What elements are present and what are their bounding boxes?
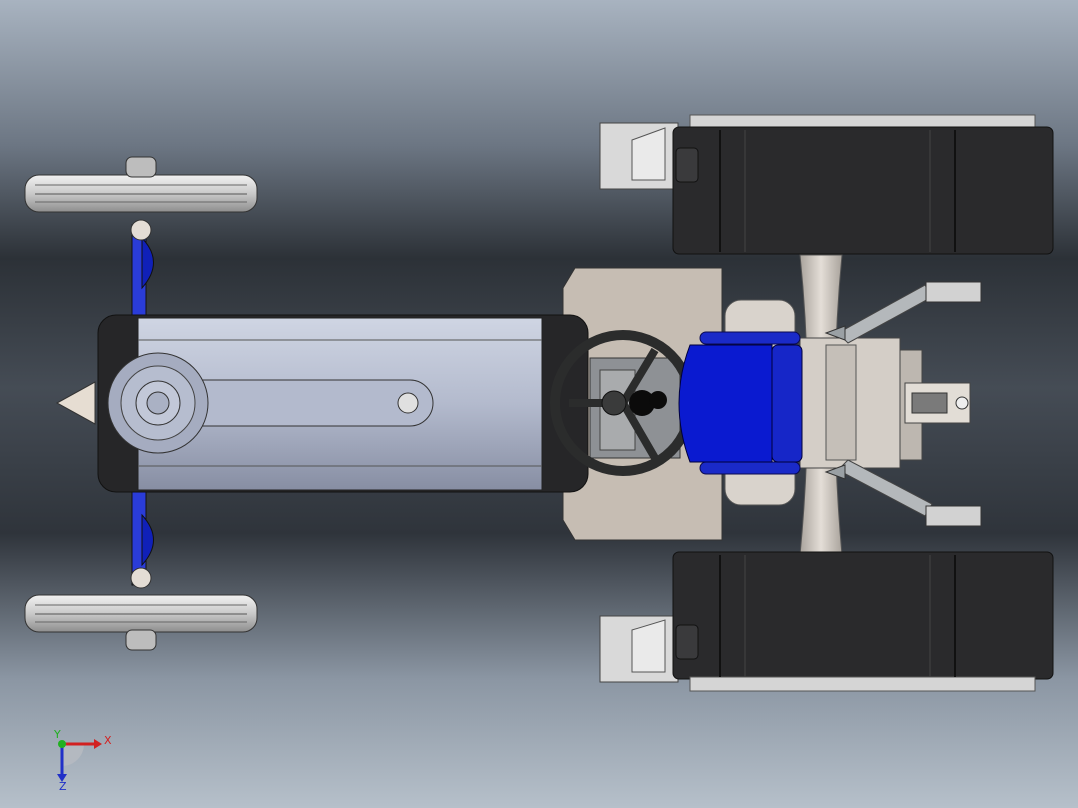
y-axis-label: Y (53, 730, 61, 741)
seat[interactable] (678, 331, 803, 475)
rear-tire-bottom (672, 551, 1054, 692)
front-wheel-top (24, 156, 258, 213)
y-axis-dot-icon (58, 740, 66, 748)
front-wheel-bottom (24, 594, 258, 651)
rear-frame (799, 337, 971, 469)
hood (55, 314, 589, 493)
rear-tire-top (672, 114, 1054, 255)
3d-viewport[interactable]: X Y Z (0, 0, 1078, 808)
tractor-model[interactable] (0, 0, 1078, 808)
x-axis-label: X (104, 734, 112, 747)
z-axis-label: Z (59, 780, 67, 790)
x-axis-arrow-icon (94, 739, 102, 749)
coordinate-triad[interactable]: X Y Z (50, 730, 120, 790)
